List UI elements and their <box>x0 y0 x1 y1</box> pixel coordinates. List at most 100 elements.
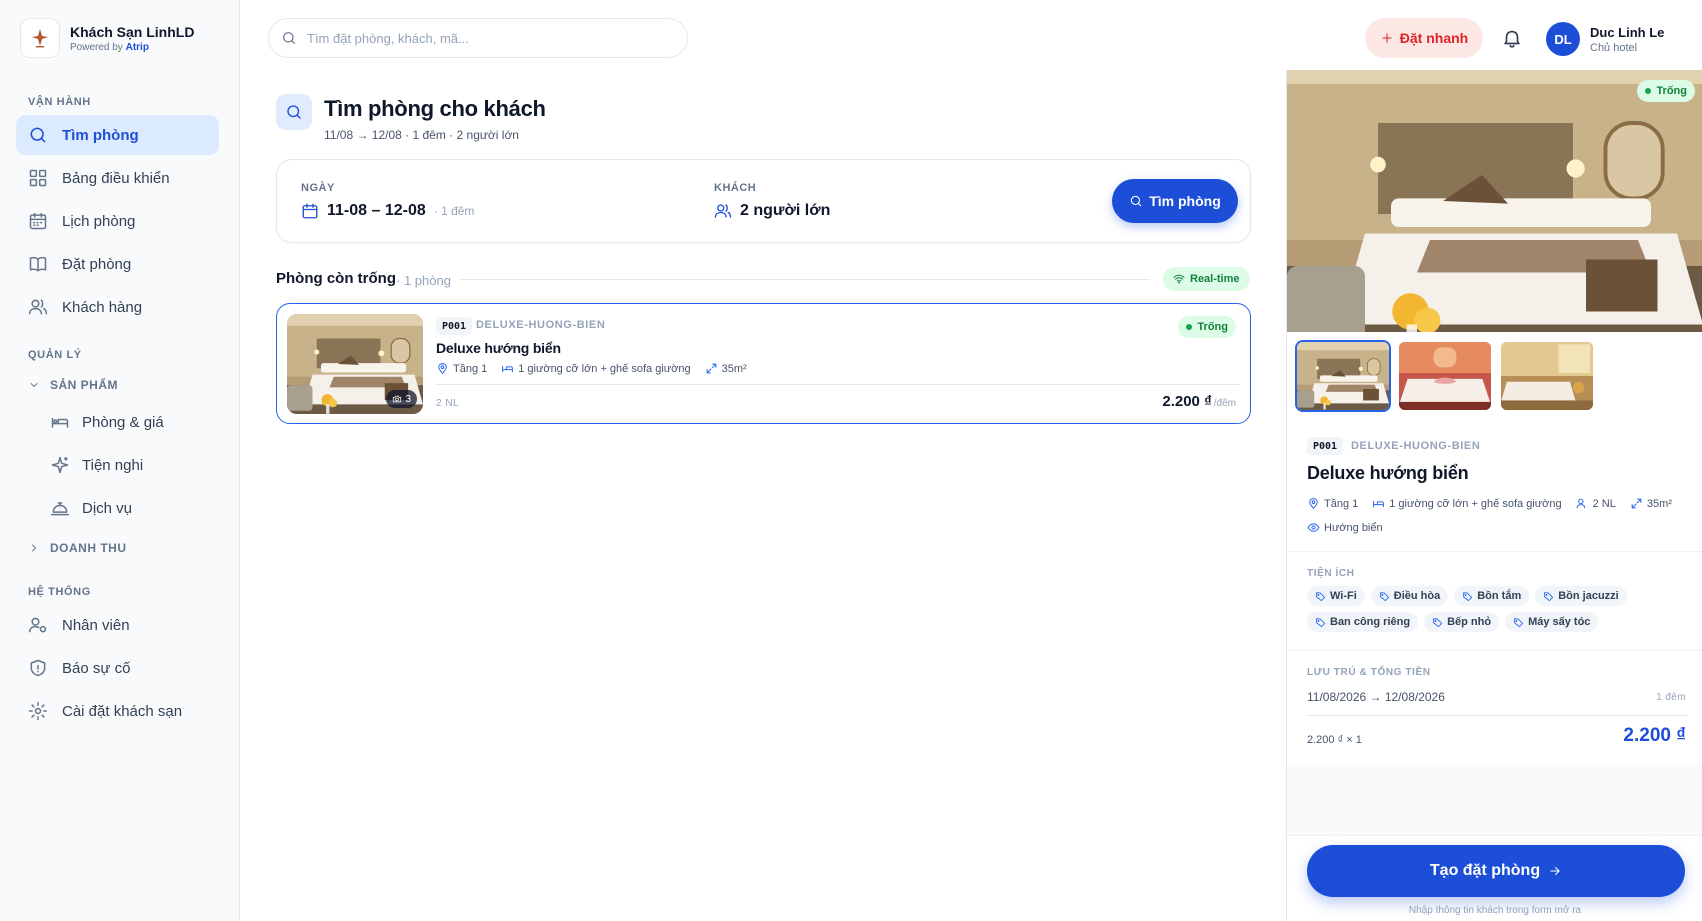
room-price-unit: /đêm <box>1213 398 1236 409</box>
room-beds: 1 giường cỡ lớn + ghế sofa giường <box>501 362 691 375</box>
create-booking-label: Tạo đặt phòng <box>1429 862 1541 879</box>
room-guests: 2 NL <box>1576 497 1616 510</box>
sidebar-item-rooms-prices[interactable]: Phòng & giá <box>50 402 164 442</box>
room-area-value: 35m² <box>721 362 747 375</box>
search-input[interactable] <box>307 30 667 46</box>
sidebar-item-label: Đặt phòng <box>62 255 132 273</box>
sidebar-item-room-calendar[interactable]: Lịch phòng <box>16 201 219 241</box>
camera-icon <box>393 395 402 403</box>
sidebar-sub-label: Phòng & giá <box>82 413 164 431</box>
find-room-button[interactable]: Tìm phòng <box>1112 179 1238 223</box>
room-card[interactable]: 3 P001 DELUXE-HUONG-BIEN Deluxe hướng bi… <box>276 303 1251 424</box>
room-floor-value: Tầng 1 <box>1324 497 1359 510</box>
room-price-value: 2.200 ₫ <box>1162 393 1212 410</box>
calendar-icon <box>29 212 47 230</box>
amenity-label: Ban công riêng <box>1330 616 1411 628</box>
sidebar-item-amenities[interactable]: Tiện nghi <box>50 445 143 485</box>
room-thumbnail[interactable]: 3 <box>287 314 423 414</box>
sidebar-item-hotel-settings[interactable]: Cài đặt khách sạn <box>16 691 219 731</box>
sidebar-item-find-room[interactable]: Tìm phòng <box>16 115 219 155</box>
status-label: Trống <box>1656 85 1687 97</box>
create-booking-note: Nhập thông tin khách trong form mở ra <box>1408 905 1582 916</box>
divider <box>1307 715 1687 716</box>
user-name: Duc Linh Le <box>1590 24 1665 40</box>
room-view-value: Hướng biển <box>1324 521 1383 534</box>
sidebar-item-services[interactable]: Dịch vụ <box>50 488 132 528</box>
book-icon <box>29 256 47 272</box>
status-label: Trống <box>1197 321 1228 333</box>
sidebar-item-incidents[interactable]: Báo sự cố <box>16 648 219 688</box>
guest-field[interactable]: 2 người lớn <box>714 202 830 220</box>
location-pin-icon <box>1309 498 1318 509</box>
calendar-icon <box>302 203 318 219</box>
status-badge: Trống <box>1637 80 1695 102</box>
avatar: DL <box>1546 22 1580 56</box>
room-slug: DELUXE-HUONG-BIEN <box>1351 440 1481 452</box>
notification-bell-icon[interactable] <box>1501 27 1523 49</box>
realtime-badge: Real-time <box>1163 267 1250 291</box>
search-icon <box>287 105 301 119</box>
amenity-label: Điều hòa <box>1393 590 1441 602</box>
amenity-label: Bồn tắm <box>1477 590 1522 602</box>
brand[interactable]: Khách Sạn LinhLD Powered by Atrip <box>20 18 194 58</box>
photo-thumbnails <box>1295 340 1595 412</box>
user-role: Chủ hotel <box>1590 41 1638 54</box>
amenity-label: Wi-Fi <box>1330 590 1357 602</box>
quick-book-button[interactable]: Đặt nhanh <box>1365 18 1483 58</box>
user-menu[interactable]: DL Duc Linh Le Chủ hotel <box>1546 22 1664 56</box>
global-search[interactable] <box>268 18 688 58</box>
room-area: 35m² <box>1630 497 1672 510</box>
amenity-tags: Wi-Fi Điều hòa Bồn tắm Bồn jacuzzi Ban c… <box>1307 586 1697 632</box>
shield-icon <box>30 659 46 677</box>
sidebar-item-label: Khách hàng <box>62 298 143 316</box>
grid-icon <box>29 169 47 187</box>
sidebar-item-label: Báo sự cố <box>62 659 131 677</box>
date-field[interactable]: 11-08 – 12-08 · 1 đêm <box>301 202 474 220</box>
amenity-tag: Bồn tắm <box>1454 586 1530 606</box>
section-management: QUẢN LÝ <box>28 349 82 361</box>
nav-group-revenue[interactable]: DOANH THU <box>28 541 127 555</box>
users-icon <box>1576 498 1585 509</box>
room-hero-image[interactable]: Trống <box>1287 70 1702 332</box>
thumbnail-2[interactable] <box>1397 340 1493 412</box>
room-floor: Tầng 1 <box>436 362 487 375</box>
divider <box>1287 551 1702 552</box>
room-area: 35m² <box>705 362 747 375</box>
thumbnail-3[interactable] <box>1499 340 1595 412</box>
sidebar-item-dashboard[interactable]: Bảng điều khiển <box>16 158 219 198</box>
room-guests: 2 NL <box>436 398 460 409</box>
room-code: P001 <box>1307 437 1344 455</box>
room-guests-value: 2 NL <box>1592 497 1616 510</box>
price-formula: 2.200 ₫ × 1 <box>1307 734 1362 746</box>
amenity-label: Bồn jacuzzi <box>1558 590 1619 602</box>
page-title: Tìm phòng cho khách <box>324 96 546 121</box>
amenity-tag: Máy sấy tóc <box>1505 612 1599 632</box>
room-detail-panel: Trống P001 DELUXE-HUONG-BIEN Deluxe hướn… <box>1286 70 1702 921</box>
section-operations: VẬN HÀNH <box>28 96 91 108</box>
room-photo <box>1287 70 1702 332</box>
sidebar-item-staff[interactable]: Nhân viên <box>16 605 219 645</box>
search-icon <box>283 32 295 44</box>
amenity-tag: Bồn jacuzzi <box>1535 586 1627 606</box>
room-floor: Tầng 1 <box>1307 497 1358 510</box>
nav-group-products[interactable]: SẢN PHẨM <box>28 378 118 392</box>
amenity-tag: Wi-Fi <box>1307 586 1365 606</box>
total-price: 2.200 ₫ <box>1623 725 1686 746</box>
page-subtitle: 11/08 → 12/08 · 1 đêm · 2 người lớn <box>324 128 519 142</box>
divider <box>1287 835 1702 836</box>
thumbnail-1[interactable] <box>1295 340 1391 412</box>
brand-powered: Powered by Atrip <box>70 42 194 53</box>
available-rooms-count: · 1 phòng <box>396 273 451 288</box>
bed-icon <box>502 365 514 373</box>
room-slug: DELUXE-HUONG-BIEN <box>476 319 606 331</box>
create-booking-button[interactable]: Tạo đặt phòng <box>1307 845 1685 897</box>
chevron-down-icon <box>30 383 38 387</box>
divider <box>436 384 1240 385</box>
amenities-label: TIỆN ÍCH <box>1307 568 1355 579</box>
room-photo <box>1501 342 1593 410</box>
users-icon <box>28 299 48 315</box>
date-nights: · 1 đêm <box>433 204 475 218</box>
sidebar-item-customers[interactable]: Khách hàng <box>16 287 219 327</box>
sidebar-item-bookings[interactable]: Đặt phòng <box>16 244 219 284</box>
tag-icon <box>1463 591 1473 601</box>
